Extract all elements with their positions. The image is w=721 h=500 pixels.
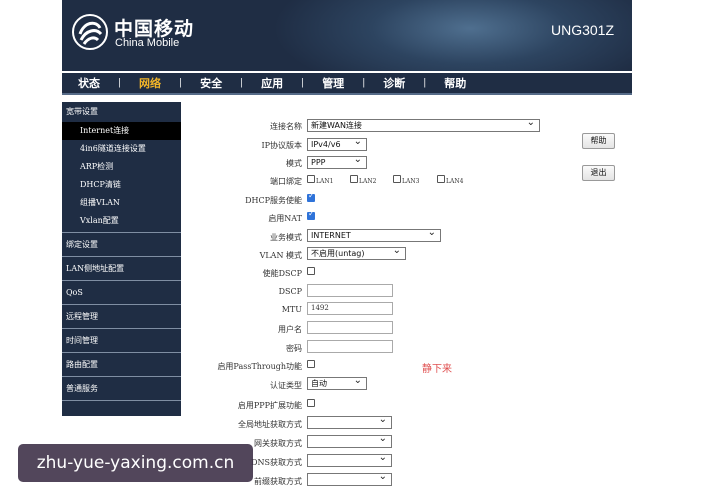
lan4-label: LAN4	[446, 178, 464, 185]
dns-select[interactable]	[307, 452, 392, 467]
nav-application[interactable]: 应用	[261, 75, 283, 91]
ip-version-select[interactable]: IPv4/v6	[307, 136, 367, 151]
mode-label: 模式	[286, 159, 302, 168]
lan3-label: LAN3	[402, 178, 420, 185]
lan2-label: LAN2	[359, 178, 377, 185]
port-bind-label: 端口绑定	[270, 177, 302, 186]
brand-name-en: China Mobile	[115, 37, 180, 49]
dscp-label: DSCP	[278, 287, 302, 296]
logout-button[interactable]: 退出	[582, 165, 615, 181]
sidebar-group-binding[interactable]: 绑定设置	[62, 233, 181, 257]
gateway-select[interactable]	[307, 433, 392, 448]
china-mobile-logo-icon	[72, 14, 108, 50]
nav-network[interactable]: 网络	[139, 75, 161, 91]
dhcp-checkbox[interactable]	[307, 191, 315, 202]
ip-version-label: IP协议版本	[261, 141, 302, 150]
sidebar-item-4in6[interactable]: 4in6隧道连接设置	[62, 140, 181, 158]
sidebar-group-broadband[interactable]: 宽带设置	[62, 102, 181, 122]
nat-label: 启用NAT	[268, 214, 302, 223]
conn-name-label: 连接名称	[270, 122, 302, 131]
sidebar-group-service[interactable]: 普通服务	[62, 377, 181, 401]
prefix-select[interactable]	[307, 471, 392, 486]
sidebar-item-arp[interactable]: ARP检测	[62, 158, 181, 176]
auth-type-label: 认证类型	[270, 381, 302, 390]
service-mode-select[interactable]: INTERNET	[307, 227, 441, 242]
sidebar-item-vxlan[interactable]: Vxlan配置	[62, 212, 181, 230]
global-addr-select[interactable]	[307, 414, 392, 429]
dscp-input[interactable]	[307, 284, 393, 297]
nav-management[interactable]: 管理	[322, 75, 344, 91]
lan1-checkbox[interactable]	[307, 175, 315, 183]
lan1-label: LAN1	[316, 178, 334, 185]
sidebar-group-lan[interactable]: LAN侧地址配置	[62, 257, 181, 281]
password-label: 密码	[286, 344, 302, 353]
sidebar-group-qos[interactable]: QoS	[62, 281, 181, 305]
nav-diagnosis[interactable]: 诊断	[383, 75, 405, 91]
service-mode-label: 业务模式	[270, 233, 302, 242]
username-label: 用户名	[278, 325, 302, 334]
mtu-input[interactable]: 1492	[307, 302, 393, 315]
device-model: UNG301Z	[550, 22, 614, 38]
sidebar-group-remote[interactable]: 远程管理	[62, 305, 181, 329]
url-overlay: zhu-yue-yaxing.com.cn	[18, 444, 253, 482]
lan3-checkbox[interactable]	[393, 175, 401, 183]
vlan-mode-label: VLAN 模式	[259, 251, 302, 260]
global-addr-label: 全局地址获取方式	[238, 420, 302, 429]
lan4-checkbox[interactable]	[437, 175, 445, 183]
ppp-ext-checkbox[interactable]	[307, 399, 315, 407]
passthrough-label: 启用PassThrough功能	[217, 362, 302, 371]
sidebar-item-multicast-vlan[interactable]: 组播VLAN	[62, 194, 181, 212]
nav-security[interactable]: 安全	[200, 75, 222, 91]
nav-status[interactable]: 状态	[78, 75, 100, 91]
main-nav: 状态 | 网络 | 安全 | 应用 | 管理 | 诊断 | 帮助	[62, 73, 632, 95]
mtu-label: MTU	[281, 305, 302, 314]
passthrough-checkbox[interactable]	[307, 360, 315, 368]
conn-name-select[interactable]: 新建WAN连接	[307, 117, 540, 132]
sidebar-group-time[interactable]: 时间管理	[62, 329, 181, 353]
username-input[interactable]	[307, 321, 393, 334]
watermark-text: 静下来	[422, 364, 452, 375]
help-button[interactable]: 帮助	[582, 133, 615, 149]
vlan-mode-select[interactable]: 不启用(untag)	[307, 245, 406, 260]
sidebar: 宽带设置 Internet连接 4in6隧道连接设置 ARP检测 DHCP清链 …	[62, 102, 181, 416]
password-input[interactable]	[307, 340, 393, 353]
lan2-checkbox[interactable]	[350, 175, 358, 183]
ppp-ext-label: 启用PPP扩展功能	[237, 401, 302, 410]
sidebar-item-internet[interactable]: Internet连接	[62, 122, 181, 140]
sidebar-item-dhcp[interactable]: DHCP清链	[62, 176, 181, 194]
dhcp-label: DHCP服务使能	[245, 196, 302, 205]
auth-type-select[interactable]: 自动	[307, 375, 367, 390]
sidebar-subitems: Internet连接 4in6隧道连接设置 ARP检测 DHCP清链 组播VLA…	[62, 122, 181, 233]
nat-checkbox[interactable]	[307, 209, 315, 220]
nav-help[interactable]: 帮助	[444, 75, 466, 91]
sidebar-group-routing[interactable]: 路由配置	[62, 353, 181, 377]
header-banner: 中国移动 China Mobile UNG301Z	[62, 0, 632, 71]
dscp-enable-label: 使能DSCP	[262, 269, 302, 278]
dscp-enable-checkbox[interactable]	[307, 267, 315, 275]
mode-select[interactable]: PPP	[307, 154, 367, 169]
